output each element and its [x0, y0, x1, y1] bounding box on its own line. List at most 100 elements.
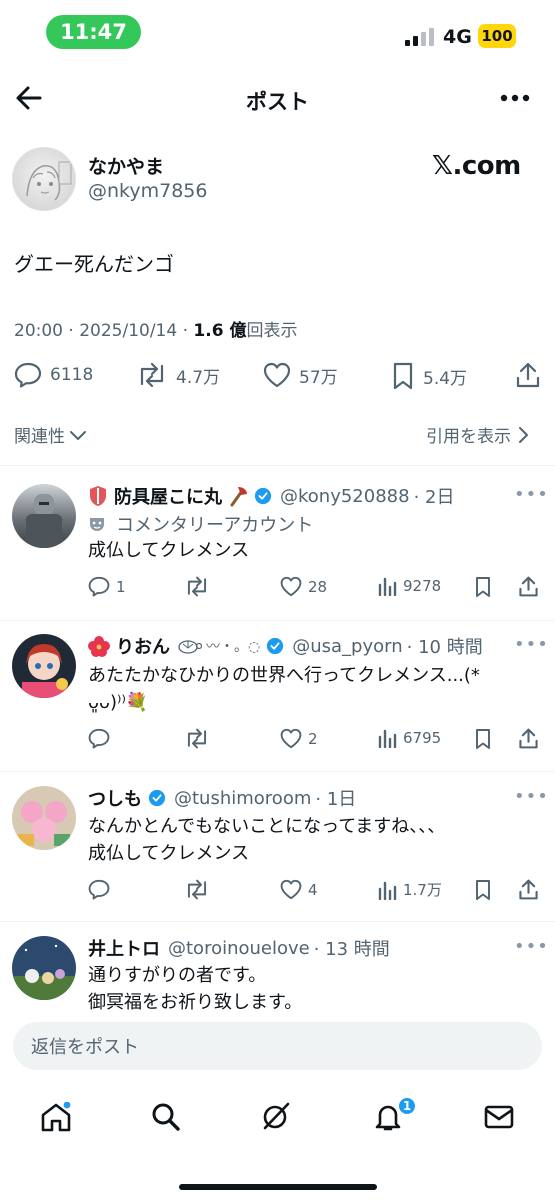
- signal-icon: [405, 28, 435, 46]
- reply-header: りおん 〰・。◌ @usa_pyorn · 10 時間: [88, 633, 483, 659]
- reply-action[interactable]: 6118: [14, 362, 93, 388]
- verified-badge-icon: [148, 789, 166, 807]
- reply-icon: [88, 576, 110, 597]
- reply-like-action[interactable]: 28: [280, 576, 327, 597]
- reply-time: · 2日: [413, 487, 455, 508]
- reply-more-icon[interactable]: •••: [514, 936, 549, 957]
- share-icon[interactable]: [515, 361, 541, 389]
- xcom-logo: 𝕏.com: [432, 151, 521, 181]
- reply-more-icon[interactable]: •••: [514, 786, 549, 807]
- reply-author-name[interactable]: つしも: [88, 785, 142, 811]
- hibiscus-icon: [88, 636, 110, 657]
- sort-relevance-button[interactable]: 関連性: [14, 422, 87, 447]
- repost-action[interactable]: 4.7万: [136, 362, 220, 388]
- reply-author-name[interactable]: りおん: [116, 633, 170, 659]
- search-icon[interactable]: [150, 1102, 182, 1132]
- reply-reply-action[interactable]: [88, 879, 110, 900]
- messages-icon[interactable]: [483, 1104, 515, 1130]
- heart-icon: [280, 728, 302, 749]
- home-icon[interactable]: [40, 1102, 72, 1132]
- reply-like-count: 4: [308, 880, 318, 899]
- reply-time: · 13 時間: [313, 939, 390, 960]
- reply-repost-action[interactable]: [184, 576, 210, 597]
- post-text: グエー死んだンゴ: [14, 252, 174, 276]
- reply-header: 防具屋こに丸 @kony520888 · 2日: [88, 483, 454, 509]
- bookmark-icon[interactable]: [474, 728, 492, 750]
- reply-like-action[interactable]: 2: [280, 728, 318, 749]
- reply-composer-input[interactable]: 返信をポスト: [13, 1022, 542, 1070]
- divider: [0, 465, 555, 466]
- post-timestamp: 20:00 · 2025/10/14 ·: [14, 321, 194, 341]
- reply-avatar[interactable]: [12, 936, 76, 1000]
- reply-more-icon[interactable]: •••: [514, 634, 549, 655]
- repost-icon: [140, 362, 164, 388]
- verified-badge-icon: [254, 487, 272, 505]
- bookmark-icon: [393, 362, 413, 390]
- reply-view-count: 6795: [403, 729, 442, 747]
- reply-views-action[interactable]: 6795: [377, 728, 441, 748]
- reply-author-name[interactable]: 防具屋こに丸: [114, 483, 222, 509]
- bookmark-icon[interactable]: [474, 576, 492, 598]
- reply-view-count: 1.7万: [403, 881, 442, 899]
- reply-repost-action[interactable]: [184, 728, 210, 749]
- shield-icon: [90, 486, 106, 506]
- verified-badge-icon: [267, 637, 284, 655]
- battery-indicator: 100: [478, 24, 516, 48]
- reply-text-line-1: あたたかなひかりの世界へ行ってクレメンス...(*: [88, 665, 480, 686]
- reply-author-handle[interactable]: @usa_pyorn: [292, 636, 402, 657]
- post-meta: 20:00 · 2025/10/14 · 1.6 億回表示: [14, 316, 297, 341]
- bookmark-action[interactable]: 5.4万: [391, 362, 467, 390]
- reply-icon: [14, 362, 42, 388]
- reply-avatar[interactable]: [12, 484, 76, 548]
- analytics-icon: [378, 881, 397, 900]
- reply-text-line-1: なんかとんでもないことになってますね、、、: [88, 816, 446, 837]
- status-time: 11:47: [46, 15, 141, 49]
- author-name[interactable]: なかやま: [88, 152, 164, 179]
- reply-repost-action[interactable]: [184, 879, 210, 900]
- reply-text-line-2: 成仏してクレメンス: [88, 843, 250, 864]
- bookmark-icon[interactable]: [474, 879, 492, 901]
- home-indicator: [179, 1184, 377, 1190]
- reply-like-action[interactable]: 4: [280, 879, 318, 900]
- reply-text-line-2: ᴗ͈ᴗ)⁾⁾💐: [88, 692, 149, 713]
- repost-icon: [187, 879, 207, 900]
- like-action[interactable]: 57万: [263, 362, 338, 388]
- reply-icon: [88, 728, 110, 749]
- commentary-label: コメンタリーアカウント: [88, 511, 313, 537]
- reply-views-action[interactable]: 9278: [377, 576, 441, 596]
- view-count-label: 回表示: [246, 321, 298, 341]
- reply-reply-action[interactable]: 1: [88, 576, 126, 597]
- reply-avatar[interactable]: [12, 634, 76, 698]
- share-icon[interactable]: [518, 878, 539, 901]
- heart-icon: [280, 879, 302, 900]
- reply-author-handle[interactable]: @toroinouelove: [168, 938, 310, 959]
- grok-icon[interactable]: [260, 1100, 292, 1132]
- view-quotes-link[interactable]: 引用を表示: [426, 422, 529, 447]
- reply-author-handle[interactable]: @tushimoroom: [174, 788, 311, 809]
- reply-views-action[interactable]: 1.7万: [377, 879, 442, 900]
- reply-more-icon[interactable]: •••: [514, 484, 549, 505]
- reply-header: 井上トロ @toroinouelove · 13 時間: [88, 935, 390, 961]
- page-title: ポスト: [246, 90, 309, 114]
- share-icon[interactable]: [518, 575, 539, 598]
- reply-reply-action[interactable]: [88, 728, 110, 749]
- reply-author-name[interactable]: 井上トロ: [88, 935, 160, 961]
- reply-count: 6118: [50, 365, 94, 385]
- theater-mask-icon: [90, 518, 104, 531]
- author-avatar[interactable]: [12, 147, 76, 211]
- more-options-icon[interactable]: [500, 94, 530, 102]
- commentary-text: コメンタリーアカウント: [116, 515, 314, 536]
- reply-author-handle[interactable]: @kony520888: [280, 486, 410, 507]
- chevron-down-icon: [70, 430, 86, 440]
- reply-text-line-1: 通りすがりの者です。: [88, 965, 267, 986]
- reply-avatar[interactable]: [12, 786, 76, 850]
- share-icon[interactable]: [518, 727, 539, 750]
- divider: [0, 620, 555, 621]
- sort-label: 関連性: [14, 427, 65, 447]
- author-handle[interactable]: @nkym7856: [88, 180, 207, 202]
- view-quotes-label: 引用を表示: [426, 427, 511, 447]
- reply-like-count: 28: [308, 577, 328, 596]
- network-type: 4G: [443, 26, 472, 48]
- reply-view-count: 9278: [403, 577, 442, 595]
- reply-like-count: 2: [308, 729, 318, 748]
